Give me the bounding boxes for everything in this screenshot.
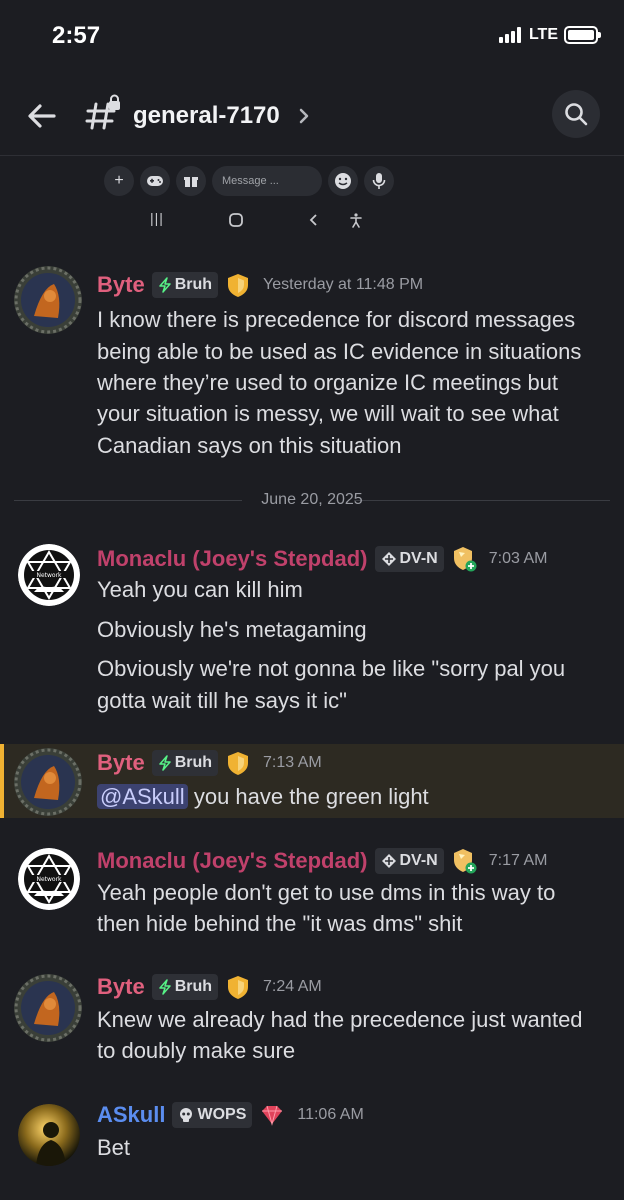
date-divider-label: June 20, 2025	[261, 491, 363, 508]
battery-icon	[564, 26, 601, 44]
lightning-icon	[158, 755, 171, 771]
channel-header: general-7170	[0, 72, 624, 156]
message-text: Canadian says on this situation	[97, 433, 402, 458]
locked-channel-icon	[85, 94, 120, 130]
gamepad-icon	[140, 166, 170, 196]
lightning-icon	[158, 979, 171, 995]
message-text: gotta wait till he says it ic"	[97, 688, 347, 713]
message-text: I know there is precedence for discord m…	[97, 307, 576, 332]
signal-icon	[498, 27, 521, 43]
message-text: Obviously we're not gonna be like "sorry…	[97, 656, 566, 681]
microphone-icon	[364, 166, 394, 196]
guild-tag[interactable]: Bruh	[151, 974, 219, 1000]
timestamp: 11:06 AM	[297, 1106, 364, 1123]
guild-tag-label: DV-N	[399, 550, 438, 567]
message-text: Knew we already had the precedence just …	[97, 1007, 583, 1032]
message-text: where they’re used to organize IC meetin…	[97, 370, 559, 395]
author-name[interactable]: Byte	[97, 750, 145, 776]
guild-tag-label: WOPS	[197, 1106, 247, 1123]
avatar[interactable]	[14, 266, 82, 334]
avatar[interactable]: Network	[18, 544, 80, 606]
shield-icon	[228, 976, 249, 999]
channel-name[interactable]: general-7170	[133, 102, 280, 130]
avatar[interactable]	[14, 748, 82, 816]
diamond-cross-icon	[381, 552, 396, 566]
message-text: your situation is messy, we will wait to…	[97, 401, 559, 426]
guild-tag[interactable]: Bruh	[151, 272, 219, 298]
home-icon	[228, 212, 244, 233]
diamond-cross-icon	[381, 854, 396, 868]
gift-icon	[176, 166, 206, 196]
author-name[interactable]: ASkull	[97, 1102, 165, 1128]
search-button[interactable]	[552, 90, 600, 138]
message-input-preview: Message ...	[212, 166, 322, 196]
user-mention[interactable]: @ASkull	[97, 784, 188, 809]
skull-icon	[180, 1108, 193, 1122]
guild-tag[interactable]: DV-N	[374, 848, 444, 874]
attachment-image[interactable]: + Message ...	[104, 164, 394, 198]
message-text: Bet	[97, 1135, 131, 1160]
message-text: then hide behind the "it was dms" shit	[97, 911, 463, 936]
timestamp: 7:17 AM	[488, 852, 548, 869]
message-header: Byte Bruh 7:13 AM	[97, 750, 322, 776]
message-text: @ASkull you have the green light	[97, 781, 429, 813]
guild-tag-label: DV-N	[399, 852, 438, 869]
message-header: Byte Bruh 7:24 AM	[97, 974, 322, 1000]
avatar[interactable]	[18, 1104, 80, 1166]
lightning-icon	[158, 277, 171, 293]
message-header: Monaclu (Joey's Stepdad) DV-N 7:17 AM	[97, 848, 547, 874]
guild-tag[interactable]: DV-N	[374, 546, 444, 572]
status-bar: 2:57 LTE	[0, 0, 624, 72]
shield-icon	[228, 274, 249, 297]
guild-tag-label: Bruh	[174, 754, 213, 771]
plus-icon: +	[104, 166, 134, 196]
message-header: Byte Bruh Yesterday at 11:48 PM	[97, 272, 423, 298]
gem-icon	[262, 1105, 283, 1126]
network-label: LTE	[528, 26, 558, 43]
timestamp: 7:24 AM	[263, 978, 322, 995]
emoji-icon	[328, 166, 358, 196]
timestamp: Yesterday at 11:48 PM	[263, 276, 424, 293]
message-text: Obviously he's metagaming	[97, 617, 367, 642]
message-text: being able to be used as IC evidence in …	[97, 339, 582, 364]
avatar[interactable]: Network	[18, 848, 80, 910]
avatar[interactable]	[14, 974, 82, 1042]
timestamp: 7:03 AM	[488, 550, 548, 567]
message-text: Yeah you can kill him	[97, 577, 303, 602]
guild-tag[interactable]: WOPS	[172, 1102, 253, 1128]
message-text: to doubly make sure	[97, 1038, 296, 1063]
search-icon	[565, 103, 588, 126]
message-text: Yeah people don't get to use dms in this…	[97, 880, 556, 905]
author-name[interactable]: Byte	[97, 272, 145, 298]
svg-text:Network: Network	[36, 572, 62, 579]
timestamp: 7:13 AM	[263, 754, 322, 771]
attachment-navbar: |||	[0, 208, 624, 234]
shield-icon	[228, 752, 249, 775]
svg-text:Network: Network	[36, 876, 62, 883]
guild-tag-label: Bruh	[174, 978, 213, 995]
author-name[interactable]: Monaclu (Joey's Stepdad)	[97, 848, 368, 874]
chevron-right-icon[interactable]	[296, 104, 312, 128]
date-divider: June 20, 2025	[14, 490, 610, 512]
message-text-rest: you have the green light	[193, 784, 429, 809]
status-time: 2:57	[52, 22, 101, 49]
shield-plus-icon	[453, 849, 477, 874]
author-name[interactable]: Byte	[97, 974, 145, 1000]
accessibility-icon	[348, 212, 364, 233]
guild-tag[interactable]: Bruh	[151, 750, 219, 776]
back-arrow-icon[interactable]	[24, 98, 60, 134]
author-name[interactable]: Monaclu (Joey's Stepdad)	[97, 546, 368, 572]
recents-icon: |||	[150, 210, 164, 226]
status-icons: LTE	[498, 26, 601, 44]
guild-tag-label: Bruh	[174, 276, 213, 293]
message-header: ASkull WOPS 11:06 AM	[97, 1102, 364, 1128]
nav-back-icon	[308, 212, 320, 233]
shield-plus-icon	[453, 547, 477, 572]
message-header: Monaclu (Joey's Stepdad) DV-N 7:03 AM	[97, 546, 547, 572]
